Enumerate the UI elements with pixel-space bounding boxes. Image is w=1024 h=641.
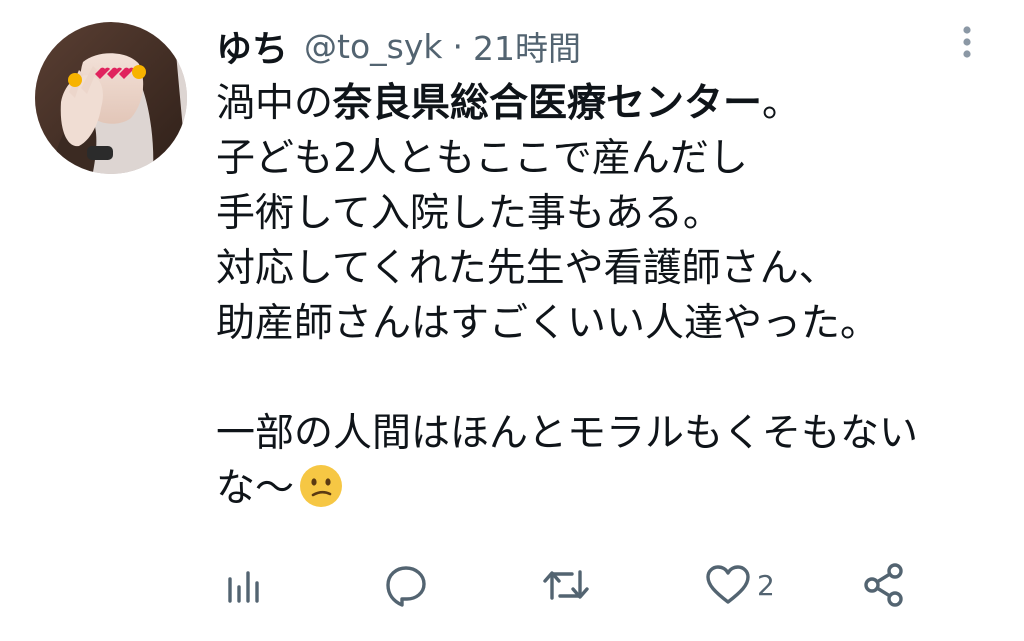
analytics-button[interactable] (224, 555, 264, 615)
author-handle[interactable]: @to_syk (304, 27, 442, 66)
tweet-actions: 2 (0, 555, 1024, 615)
avatar[interactable] (35, 22, 187, 174)
bold-place-name: 奈良県総合医療センター (333, 81, 763, 126)
tweet-line: 渦中の奈良県総合医療センター。 (216, 81, 802, 126)
confused-face-icon (298, 463, 344, 509)
tweet-line: 手術して入院した事もある。 (216, 191, 722, 236)
avatar-image (35, 22, 187, 174)
more-options-button[interactable] (955, 22, 979, 62)
analytics-icon (228, 571, 259, 603)
tweet-line: 一部の人間はほんとモラルもくそもない (216, 411, 919, 456)
share-button[interactable] (862, 555, 906, 615)
share-icon (864, 563, 903, 607)
author-name[interactable]: ゆち (216, 20, 288, 72)
tweet: ゆち @to_syk · 21時間 渦中の奈良県総合医療センター。 子ども2人と… (0, 0, 1024, 641)
retweet-icon (543, 570, 589, 600)
tweet-line: な〜 (216, 461, 996, 516)
like-button[interactable]: 2 (705, 555, 775, 615)
timestamp[interactable]: 21時間 (473, 22, 581, 70)
heart-icon (706, 565, 750, 604)
tweet-line: 対応してくれた先生や看護師さん、 (216, 246, 838, 291)
tweet-line: 助産師さんはすごくいい人達やった。 (216, 301, 880, 346)
reply-button[interactable] (383, 555, 429, 615)
reply-icon (386, 566, 426, 607)
retweet-button[interactable] (542, 555, 590, 615)
like-count: 2 (757, 568, 775, 602)
more-vertical-icon (963, 26, 971, 58)
tweet-line: 子ども2人ともここで産んだし (216, 136, 748, 181)
separator-dot: · (452, 26, 463, 66)
tweet-header: ゆち @to_syk · 21時間 (216, 20, 581, 72)
tweet-text: 渦中の奈良県総合医療センター。 子ども2人ともここで産んだし 手術して入院した事… (216, 76, 996, 516)
